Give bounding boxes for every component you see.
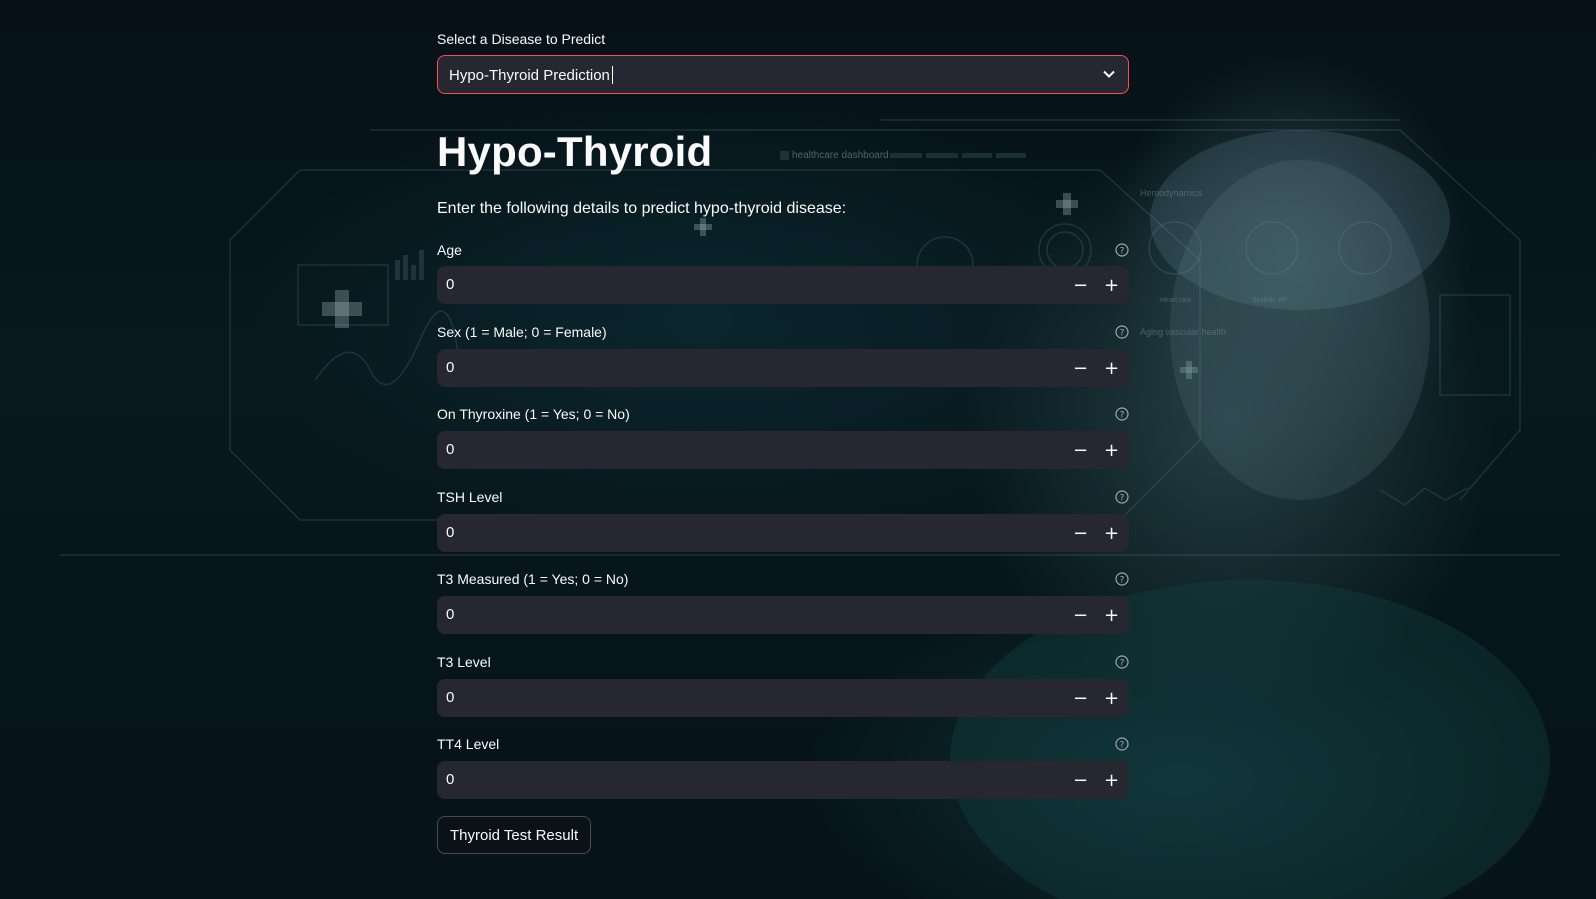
decrement-button[interactable]: − <box>1065 596 1096 634</box>
field-label: Sex (1 = Male; 0 = Female) <box>437 324 607 340</box>
tsh-level-input[interactable]: 0 − + <box>437 514 1129 552</box>
tt4-level-input[interactable]: 0 − + <box>437 761 1129 799</box>
thyroid-test-result-button[interactable]: Thyroid Test Result <box>437 816 592 854</box>
decrement-button[interactable]: − <box>1065 679 1096 717</box>
field-label: TSH Level <box>437 489 503 505</box>
field-tt4-level: TT4 Level ? 0 − + <box>437 736 1129 812</box>
page-title: Hypo-Thyroid <box>437 128 713 175</box>
help-icon[interactable]: ? <box>1115 325 1129 339</box>
svg-text:?: ? <box>1120 659 1125 669</box>
field-on-thyroxine: On Thyroxine (1 = Yes; 0 = No) ? 0 − + <box>437 406 1129 482</box>
tsh-level-value[interactable]: 0 <box>446 524 454 541</box>
hud-title-text: healthcare dashboard <box>792 150 889 161</box>
t3-measured-value[interactable]: 0 <box>446 606 454 623</box>
decrement-button[interactable]: − <box>1065 349 1096 387</box>
help-icon[interactable]: ? <box>1115 655 1129 669</box>
field-age: Age ? 0 − + <box>437 242 1129 318</box>
field-label: TT4 Level <box>437 736 500 752</box>
field-sex: Sex (1 = Male; 0 = Female) ? 0 − + <box>437 324 1129 400</box>
svg-text:?: ? <box>1120 741 1125 751</box>
increment-button[interactable]: + <box>1096 514 1127 552</box>
disease-select[interactable]: Hypo-Thyroid Prediction <box>437 55 1129 94</box>
svg-text:?: ? <box>1120 576 1125 586</box>
disease-select-label: Select a Disease to Predict <box>437 31 606 47</box>
help-icon[interactable]: ? <box>1115 243 1129 257</box>
age-value[interactable]: 0 <box>446 276 454 293</box>
help-icon[interactable]: ? <box>1115 407 1129 421</box>
age-input[interactable]: 0 − + <box>437 266 1129 304</box>
decrement-button[interactable]: − <box>1065 761 1096 799</box>
increment-button[interactable]: + <box>1096 349 1127 387</box>
field-label: T3 Measured (1 = Yes; 0 = No) <box>437 571 629 587</box>
increment-button[interactable]: + <box>1096 761 1127 799</box>
sex-value[interactable]: 0 <box>446 359 454 376</box>
decrement-button[interactable]: − <box>1065 431 1096 469</box>
t3-level-input[interactable]: 0 − + <box>437 679 1129 717</box>
sex-input[interactable]: 0 − + <box>437 349 1129 387</box>
svg-text:?: ? <box>1120 329 1125 339</box>
svg-text:?: ? <box>1120 494 1125 504</box>
t3-level-value[interactable]: 0 <box>446 689 454 706</box>
on-thyroxine-input[interactable]: 0 − + <box>437 431 1129 469</box>
field-t3-level: T3 Level ? 0 − + <box>437 654 1129 730</box>
increment-button[interactable]: + <box>1096 266 1127 304</box>
svg-text:?: ? <box>1120 247 1125 257</box>
field-label: Age <box>437 242 462 258</box>
field-t3-measured: T3 Measured (1 = Yes; 0 = No) ? 0 − + <box>437 571 1129 647</box>
decrement-button[interactable]: − <box>1065 266 1096 304</box>
svg-text:?: ? <box>1120 411 1125 421</box>
field-tsh-level: TSH Level ? 0 − + <box>437 489 1129 565</box>
increment-button[interactable]: + <box>1096 431 1127 469</box>
help-icon[interactable]: ? <box>1115 737 1129 751</box>
help-icon[interactable]: ? <box>1115 572 1129 586</box>
intro-text: Enter the following details to predict h… <box>437 200 847 217</box>
disease-select-value[interactable]: Hypo-Thyroid Prediction <box>449 66 613 84</box>
tt4-level-value[interactable]: 0 <box>446 771 454 788</box>
decrement-button[interactable]: − <box>1065 514 1096 552</box>
text-cursor <box>611 66 613 84</box>
chevron-down-icon[interactable] <box>1102 67 1116 81</box>
on-thyroxine-value[interactable]: 0 <box>446 441 454 458</box>
field-label: T3 Level <box>437 654 491 670</box>
help-icon[interactable]: ? <box>1115 490 1129 504</box>
field-label: On Thyroxine (1 = Yes; 0 = No) <box>437 406 630 422</box>
t3-measured-input[interactable]: 0 − + <box>437 596 1129 634</box>
increment-button[interactable]: + <box>1096 596 1127 634</box>
increment-button[interactable]: + <box>1096 679 1127 717</box>
